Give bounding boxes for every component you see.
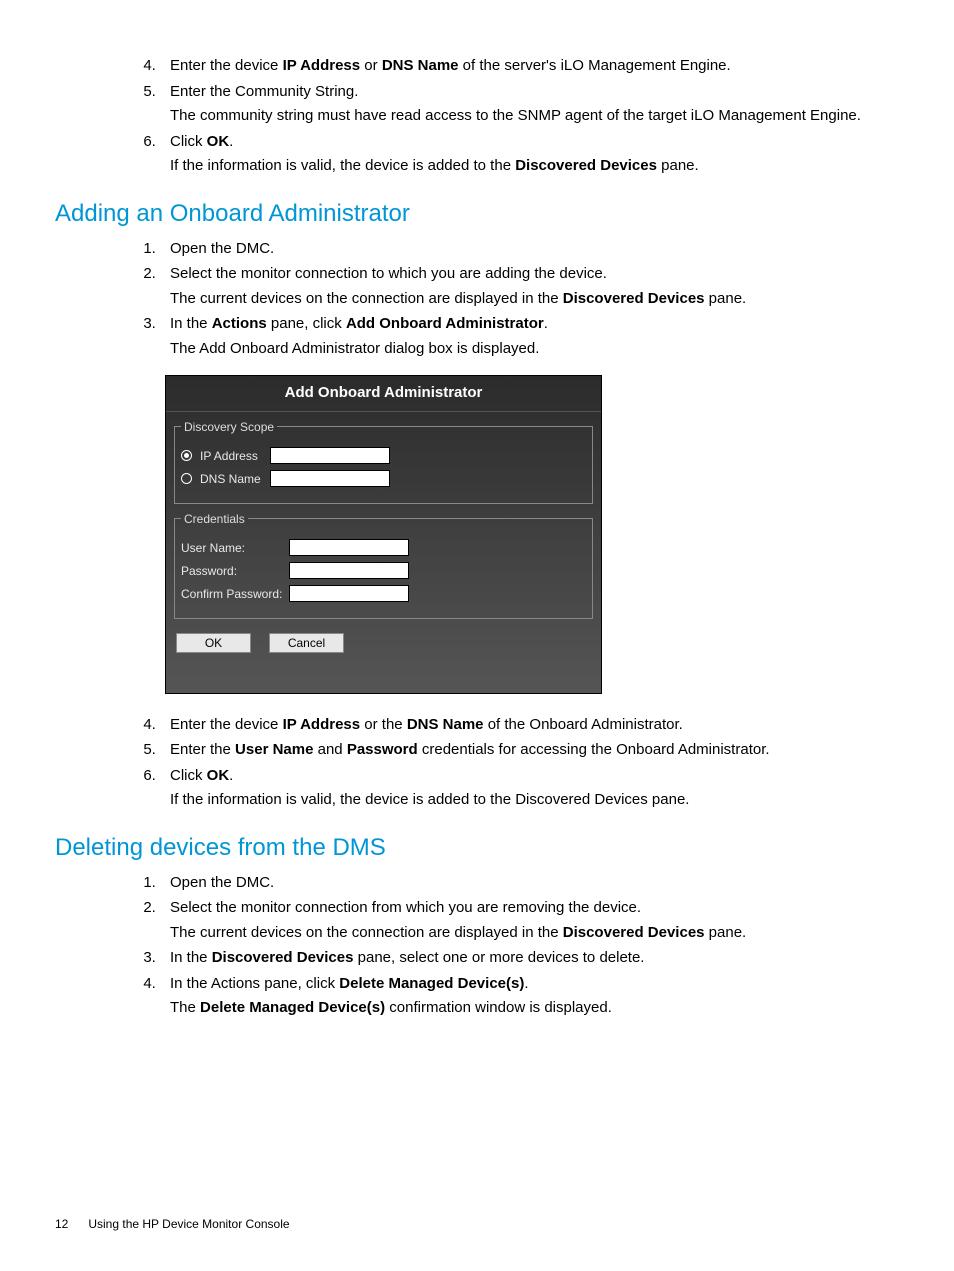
username-label: User Name: <box>181 539 289 557</box>
step: Open the DMC. <box>160 238 894 261</box>
ok-button[interactable]: OK <box>176 633 251 653</box>
step-sub: The Add Onboard Administrator dialog box… <box>170 338 894 361</box>
confirm-password-label: Confirm Password: <box>181 585 289 603</box>
password-label: Password: <box>181 562 289 580</box>
dns-name-input[interactable] <box>270 470 390 487</box>
step: In the Actions pane, click Delete Manage… <box>160 973 894 1020</box>
credentials-fieldset: Credentials User Name: Password: Confirm… <box>174 510 593 619</box>
step: Click OK. If the information is valid, t… <box>160 765 894 812</box>
step: Enter the device IP Address or the DNS N… <box>160 714 894 737</box>
steps-oa-a: Open the DMC. Select the monitor connect… <box>55 238 894 361</box>
step: In the Actions pane, click Add Onboard A… <box>160 313 894 360</box>
page-footer: 12 Using the HP Device Monitor Console <box>55 1215 290 1233</box>
dialog-title: Add Onboard Administrator <box>166 376 601 412</box>
step-sub: The Delete Managed Device(s) confirmatio… <box>170 997 894 1020</box>
dns-name-label: DNS Name <box>200 470 270 488</box>
steps-oa-b: Enter the device IP Address or the DNS N… <box>55 714 894 812</box>
step: Select the monitor connection from which… <box>160 897 894 944</box>
page-number: 12 <box>55 1215 85 1233</box>
step-sub: The current devices on the connection ar… <box>170 922 894 945</box>
dns-name-radio[interactable] <box>181 473 192 484</box>
heading-deleting-devices: Deleting devices from the DMS <box>55 830 894 866</box>
credentials-legend: Credentials <box>181 510 248 528</box>
password-input[interactable] <box>289 562 409 579</box>
footer-text: Using the HP Device Monitor Console <box>88 1217 289 1231</box>
discovery-scope-legend: Discovery Scope <box>181 418 277 436</box>
step-sub: If the information is valid, the device … <box>170 789 894 812</box>
step: Select the monitor connection to which y… <box>160 263 894 310</box>
step: Enter the Community String. The communit… <box>160 81 894 128</box>
username-input[interactable] <box>289 539 409 556</box>
cancel-button[interactable]: Cancel <box>269 633 344 653</box>
ip-address-input[interactable] <box>270 447 390 464</box>
step: Enter the User Name and Password credent… <box>160 739 894 762</box>
step-sub: If the information is valid, the device … <box>170 155 894 178</box>
discovery-scope-fieldset: Discovery Scope IP Address DNS Name <box>174 418 593 504</box>
step-sub: The community string must have read acce… <box>170 105 894 128</box>
step: In the Discovered Devices pane, select o… <box>160 947 894 970</box>
step: Enter the device IP Address or DNS Name … <box>160 55 894 78</box>
step-sub: The current devices on the connection ar… <box>170 288 894 311</box>
ip-address-label: IP Address <box>200 447 270 465</box>
steps-top: Enter the device IP Address or DNS Name … <box>55 55 894 178</box>
steps-del: Open the DMC. Select the monitor connect… <box>55 872 894 1020</box>
step: Click OK. If the information is valid, t… <box>160 131 894 178</box>
ip-address-radio[interactable] <box>181 450 192 461</box>
heading-adding-oa: Adding an Onboard Administrator <box>55 196 894 232</box>
add-onboard-administrator-dialog: Add Onboard Administrator Discovery Scop… <box>165 375 602 694</box>
step: Open the DMC. <box>160 872 894 895</box>
confirm-password-input[interactable] <box>289 585 409 602</box>
